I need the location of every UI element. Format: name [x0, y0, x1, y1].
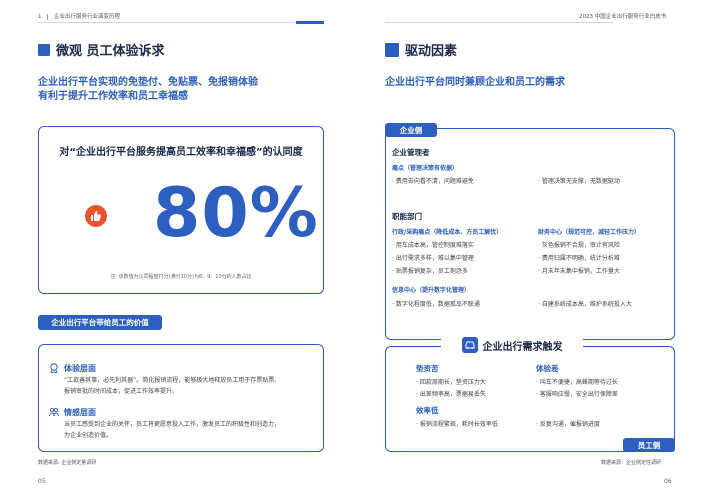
need-item: · 出差频率高，票据易丢失	[416, 391, 486, 398]
value-body-experience-line-1: “工欲善其事，必先利其器”。简化报销流程，能够极大地释放员工用于存票贴票、	[64, 377, 281, 384]
enterprise-tag: 企业侧	[385, 123, 437, 137]
demand-banner: 企业出行需求触发	[441, 335, 583, 355]
value-body-experience-line-2: 报销审批的时间成本，促进工作效率提升。	[64, 388, 179, 395]
value-body-experience: “工欲善其事，必先利其器”。简化报销流程，能够极大地释放员工用于存票贴票、 报销…	[64, 375, 322, 397]
value-body-emotion-line-2: 为企业创造价值。	[64, 432, 113, 439]
left-section-title: 微观 员工体验诉求	[38, 40, 165, 59]
stat-value: 80%	[153, 174, 319, 253]
stat-question: 对“企业出行平台服务提高员工效率和幸福感”的认同度	[59, 147, 303, 158]
left-page-title: 微观 员工体验诉求	[56, 44, 165, 59]
stat-note: 注: 该数值为认同程度打分(满分10分)为8、9、10分的人数占比	[110, 274, 252, 280]
left-subhead: 企业出行平台实现的免垫付、免贴票、免报销体验 有利于提升工作效率和员工幸福感	[38, 76, 258, 104]
managers-item-left: · 费用去向看不清，问题难避免	[392, 178, 474, 185]
right-page: 2023 中国企业出行服务行业白皮书 驱动因素 企业出行平台同时兼顾企业和员工的…	[355, 0, 710, 504]
left-source: 数据来源: 企业侧定量调研	[38, 460, 97, 466]
right-page-number: 06	[664, 478, 672, 485]
section-square-icon	[38, 43, 50, 56]
value-body-emotion: 当员工感受到企业的关怀，员工将更愿意投入工作，激发员工的积极性和创造力， 为企业…	[64, 419, 322, 441]
left-header-rule	[38, 22, 324, 23]
section-square-icon	[385, 42, 399, 57]
value-tag: 企业出行平台带给员工的价值	[38, 315, 162, 330]
left-header-section: 企业出行服务行业演变历程	[54, 14, 121, 20]
value-card: 体验层面 “工欲善其事，必先利其器”。简化报销流程，能够极大地释放员工用于存票贴…	[38, 344, 324, 452]
right-page-title: 驱动因素	[405, 44, 458, 59]
need-item: · 反复沟通，催报销进度	[536, 421, 600, 428]
right-header: 2023 中国企业出行服务行业白皮书	[579, 14, 667, 20]
right-source: 数据来源：企业侧定性调研	[601, 460, 662, 466]
need-item: · 客服响应慢，安全出行保障差	[536, 391, 618, 398]
left-page-number: 05	[38, 478, 46, 485]
managers-pain-title: 痛点（管理决策有依据）	[392, 165, 459, 172]
stat-card: 对“企业出行平台服务提高员工效率和幸福感”的认同度 80% 注: 该数值为认同程…	[38, 126, 324, 294]
procure-item: · 出行需求多样，难以集中管理	[392, 255, 474, 262]
left-header: 1 企业出行服务行业演变历程	[38, 12, 120, 20]
people-icon	[49, 407, 59, 417]
finance-title: 财务中心（规范可控，减轻工作压力）	[538, 229, 641, 236]
need-title-experience: 体验差	[536, 364, 559, 373]
left-subhead-line-2: 有利于提升工作效率和员工幸福感	[38, 91, 188, 102]
employee-card: 垫资苦 · 回款周期长，垫资压力大 · 出差频率高，票据易丢失 体验差 · 叫车…	[385, 346, 675, 452]
enterprise-card: 企业管理者 痛点（管理决策有依据） · 费用去向看不清，问题难避免 · 管理决策…	[385, 128, 675, 340]
left-subhead-line-1: 企业出行平台实现的免垫付、免贴票、免报销体验	[38, 77, 258, 88]
need-title-efficiency: 效率低	[416, 406, 439, 415]
thumbs-up-icon	[85, 205, 107, 227]
need-item: · 报销流程繁琐，耗时长效率低	[416, 421, 498, 428]
finance-item: · 灰色报销不合规，审计有风险	[538, 242, 620, 249]
left-page: 1 企业出行服务行业演变历程 微观 员工体验诉求 企业出行平台实现的免垫付、免贴…	[0, 0, 355, 504]
value-title-emotion: 情感层面	[64, 408, 96, 417]
right-header-rule	[385, 22, 613, 23]
finance-item: · 月末年末集中报销，工作量大	[538, 268, 620, 275]
managers-item-right: · 管理决策无支撑，无数据驱动	[538, 178, 620, 185]
need-title-funding: 垫资苦	[416, 364, 439, 373]
procure-item: · 贴票报销复杂，员工抱怨多	[392, 268, 468, 275]
demand-banner-text: 企业出行需求触发	[482, 341, 563, 353]
procure-item: · 用车成本高，管控制度难落实	[392, 242, 474, 249]
value-body-emotion-line-1: 当员工感受到企业的关怀，员工将更愿意投入工作，激发员工的积极性和创造力，	[64, 421, 281, 428]
managers-title: 企业管理者	[392, 148, 430, 157]
left-header-index: 1	[38, 14, 42, 20]
car-icon	[461, 337, 478, 353]
need-item: · 回款周期长，垫资压力大	[416, 379, 486, 386]
it-item-left: · 数字化程度低，数据孤岛不联通	[392, 301, 480, 308]
functions-title: 职能部门	[392, 212, 422, 221]
medal-icon	[50, 363, 58, 373]
right-subhead: 企业出行平台同时兼顾企业和员工的需求	[385, 77, 565, 88]
it-title: 信息中心（提升数字化管理）	[392, 287, 471, 294]
procure-title: 行政/采购痛点（降低成本、方员工解忧）	[392, 229, 503, 236]
need-item: · 叫车不便捷，高峰期等待过长	[536, 379, 618, 386]
right-section-title: 驱动因素	[385, 40, 457, 59]
employee-tag: 员工侧	[623, 438, 675, 452]
left-header-accent	[296, 21, 324, 24]
value-title-experience: 体验层面	[64, 364, 96, 373]
finance-item: · 费用归属不明确，统计分析难	[538, 255, 620, 262]
it-item-right: · 自建系统成本高，维护系统投入大	[538, 301, 632, 308]
